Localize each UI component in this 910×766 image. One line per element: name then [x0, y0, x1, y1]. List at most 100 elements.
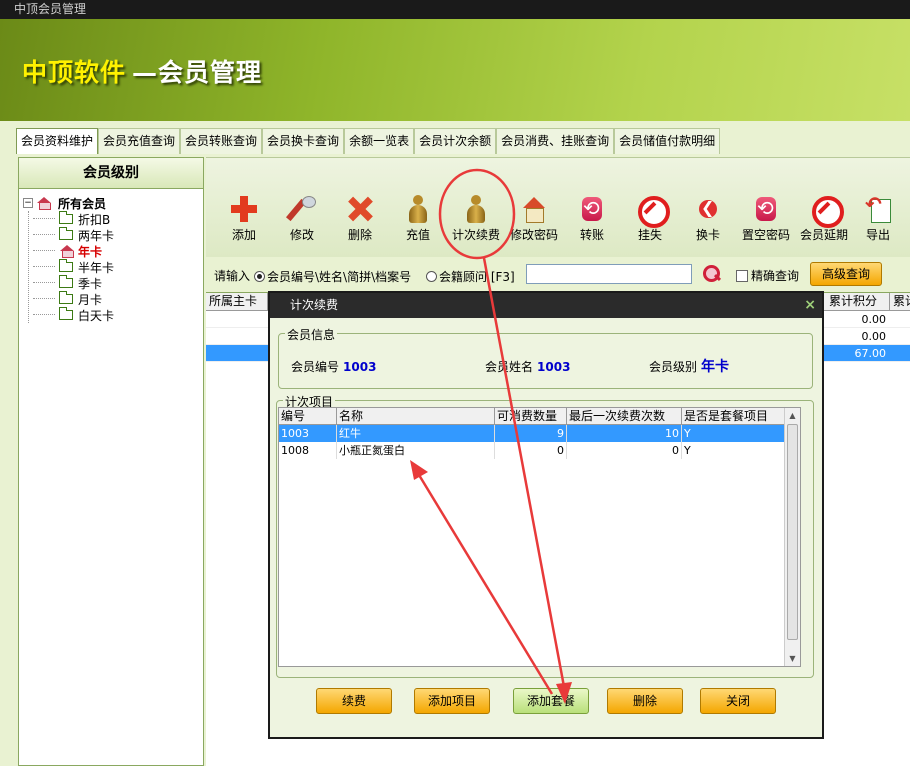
col-last-renew[interactable]: 最后一次续费次数: [567, 408, 682, 425]
member-level-value: 年卡: [701, 359, 730, 375]
add-package-button[interactable]: 添加套餐: [513, 688, 589, 714]
add-item-button[interactable]: 添加项目: [414, 688, 490, 714]
home-icon: [519, 194, 549, 224]
advanced-query-button[interactable]: 高级查询: [810, 262, 882, 286]
report-loss-button[interactable]: 挂失: [620, 194, 680, 243]
search-icon[interactable]: [702, 264, 720, 282]
house-icon: [59, 245, 75, 258]
change-password-button[interactable]: 修改密码: [504, 194, 564, 243]
tab-card-change-query[interactable]: 会员换卡查询: [262, 128, 345, 154]
col-id[interactable]: 编号: [279, 408, 337, 425]
main-toolbar: 添加 修改 删除 充值 计次续费 修改密码 转账 挂失 换卡 置空密码 会员延期…: [206, 157, 910, 257]
tab-member-info[interactable]: 会员资料维护: [16, 128, 99, 154]
dialog-title-bar: 计次续费 ×: [270, 293, 822, 318]
dialog-close-button[interactable]: 关闭: [700, 688, 776, 714]
tree-item-month-card[interactable]: 月卡: [23, 291, 203, 307]
count-renew-button[interactable]: 计次续费: [446, 194, 506, 243]
pawn-icon: [403, 194, 433, 224]
recharge-button[interactable]: 充值: [388, 194, 448, 243]
excel-export-icon: [863, 192, 893, 224]
extend-member-button[interactable]: 会员延期: [794, 194, 854, 243]
change-card-button[interactable]: 换卡: [678, 194, 738, 243]
pawn-icon: [461, 194, 491, 224]
folder-icon: [59, 291, 73, 304]
checkbox-icon: [736, 269, 748, 282]
main-tabs: 会员资料维护 会员充值查询 会员转账查询 会员换卡查询 余额一览表 会员计次余额…: [0, 121, 910, 155]
plus-icon: [229, 194, 259, 224]
export-button[interactable]: 导出: [848, 192, 908, 243]
renew-button[interactable]: 续费: [316, 688, 392, 714]
tab-transfer-query[interactable]: 会员转账查询: [180, 128, 263, 154]
tree-item-half-year-card[interactable]: 半年卡: [23, 259, 203, 275]
wrench-icon: [287, 194, 317, 224]
col-main-card[interactable]: 所属主卡: [206, 293, 268, 311]
tree-root-all-members[interactable]: − 所有会员: [23, 195, 203, 211]
tree-item-discount-b[interactable]: 折扣B: [23, 211, 203, 227]
member-level-tree: − 所有会员 折扣B 两年卡 年卡 半年卡 季卡 月卡 白天卡: [19, 189, 203, 323]
tree-item-year-card[interactable]: 年卡: [23, 243, 203, 259]
scroll-up-icon[interactable]: ▲: [785, 408, 800, 423]
tab-consumption-query[interactable]: 会员消费、挂账查询: [496, 128, 615, 154]
reset-password-button[interactable]: 置空密码: [736, 194, 796, 243]
member-id-value: 1003: [343, 360, 377, 374]
tree-root-label: 所有会员: [58, 196, 107, 211]
transfer-button[interactable]: 转账: [562, 194, 622, 243]
tree-item-two-year-card[interactable]: 两年卡: [23, 227, 203, 243]
table-row[interactable]: 1008 小瓶正氮蛋白 0 0 Y: [279, 442, 800, 459]
tab-count-balance[interactable]: 会员计次余额: [414, 128, 497, 154]
member-level-panel: 会员级别 − 所有会员 折扣B 两年卡 年卡 半年卡 季卡 月卡 白天卡: [18, 157, 204, 766]
table-header: 编号 名称 可消费数量 最后一次续费次数 是否是套餐项目: [279, 408, 800, 425]
collapse-icon[interactable]: −: [23, 198, 33, 208]
member-info-legend: 会员信息: [285, 326, 338, 343]
radio-member-id[interactable]: 会员编号\姓名\简拼\档案号: [254, 268, 411, 285]
count-renew-dialog: 计次续费 × 会员信息 会员编号 1003 会员姓名 1003 会员级别 年卡 计次项…: [268, 291, 824, 739]
col-qty[interactable]: 可消费数量: [495, 408, 567, 425]
tree-item-daytime-card[interactable]: 白天卡: [23, 307, 203, 323]
scroll-down-icon[interactable]: ▼: [785, 651, 800, 666]
radio-unchecked-icon: [426, 271, 437, 282]
member-level-title: 会员级别: [19, 158, 203, 189]
search-bar: 请输入 会员编号\姓名\简拼\档案号 会籍顾问 [F3] 精确查询 高级查询: [206, 258, 910, 292]
no-entry-icon: [809, 194, 844, 228]
folder-icon: [59, 259, 73, 272]
table-row[interactable]: 1003 红牛 9 10 Y: [279, 425, 800, 442]
search-prompt: 请输入: [214, 269, 251, 283]
delete-button[interactable]: 删除: [330, 194, 390, 243]
module-name: —会员管理: [132, 58, 263, 87]
tab-stored-value-detail[interactable]: 会员储值付款明细: [614, 128, 721, 154]
col-name[interactable]: 名称: [337, 408, 495, 425]
col-more[interactable]: 累计: [890, 293, 910, 311]
refresh-icon: [751, 194, 781, 224]
close-icon[interactable]: ×: [804, 293, 816, 318]
cross-icon: [345, 194, 375, 224]
brand-name: 中顶软件: [22, 58, 127, 87]
dialog-title: 计次续费: [290, 298, 339, 312]
edit-button[interactable]: 修改: [272, 194, 332, 243]
tab-recharge-query[interactable]: 会员充值查询: [98, 128, 181, 154]
member-info-group: 会员信息 会员编号 1003 会员姓名 1003 会员级别 年卡: [278, 326, 813, 389]
house-icon: [36, 197, 52, 210]
member-name-field: 会员姓名 1003: [485, 360, 571, 374]
dialog-delete-button[interactable]: 删除: [607, 688, 683, 714]
folder-icon: [59, 275, 73, 288]
add-button[interactable]: 添加: [214, 194, 274, 243]
folder-icon: [59, 227, 73, 240]
radio-consultant[interactable]: 会籍顾问 [F3]: [426, 268, 515, 285]
back-arrow-icon: [693, 194, 723, 224]
vertical-scrollbar[interactable]: ▲ ▼: [784, 408, 800, 666]
member-level-field: 会员级别 年卡: [649, 359, 730, 375]
app-title: 中顶软件 —会员管理: [22, 53, 262, 89]
window-title: 中顶会员管理: [14, 2, 87, 16]
tab-balance-list[interactable]: 余额一览表: [344, 128, 415, 154]
member-id-field: 会员编号 1003: [291, 360, 377, 374]
scroll-thumb[interactable]: [787, 424, 798, 640]
exact-query-checkbox[interactable]: 精确查询: [736, 267, 799, 284]
window-title-bar: 中顶会员管理: [0, 0, 910, 19]
col-is-package[interactable]: 是否是套餐项目: [682, 408, 786, 425]
member-name-value: 1003: [537, 360, 571, 374]
col-points[interactable]: 累计积分: [826, 293, 890, 311]
search-input[interactable]: [526, 264, 692, 284]
tree-item-season-card[interactable]: 季卡: [23, 275, 203, 291]
count-items-table: 编号 名称 可消费数量 最后一次续费次数 是否是套餐项目 1003 红牛 9 1…: [278, 407, 801, 667]
radio-checked-icon: [254, 271, 265, 282]
